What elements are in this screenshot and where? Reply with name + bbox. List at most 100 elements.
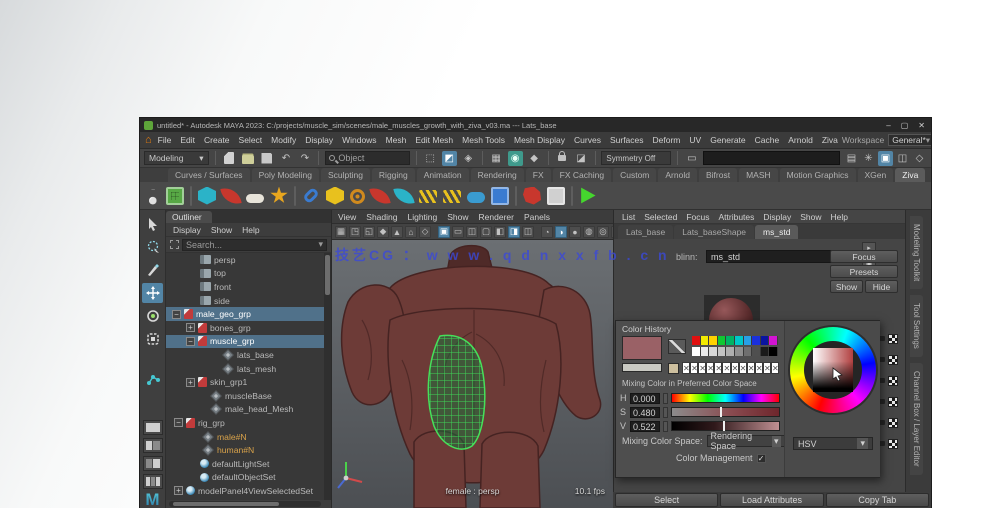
viewport-toolbar-icon[interactable]: ◱ (363, 225, 375, 238)
menu-item[interactable]: Mesh (386, 135, 407, 145)
shelf-tool-icon[interactable] (270, 186, 288, 203)
menu-item[interactable]: Select (239, 135, 263, 145)
empty-history-swatch[interactable]: ✕ (771, 362, 780, 374)
shelf-tool-icon[interactable] (491, 186, 509, 205)
viewport-menu-item[interactable]: Shading (366, 212, 397, 222)
outliner-tab[interactable]: Outliner (166, 211, 212, 223)
ae-menu-item[interactable]: Selected (644, 212, 677, 222)
sidebar-vertical-tab[interactable]: Tool Settings (910, 295, 923, 358)
filter-icon[interactable] (170, 240, 179, 249)
show-button[interactable]: Show (830, 280, 863, 293)
empty-history-swatch[interactable]: ✕ (738, 362, 747, 374)
render-view-button[interactable]: ▤ (844, 151, 859, 166)
viewport-menu-item[interactable]: View (338, 212, 356, 222)
shelf-tool-icon[interactable] (350, 188, 365, 204)
outliner-item[interactable]: human#N (166, 443, 324, 457)
save-scene-button[interactable] (259, 151, 274, 166)
empty-history-swatch[interactable]: ✕ (722, 362, 731, 374)
ae-menu-item[interactable]: List (622, 212, 635, 222)
expand-toggle[interactable]: − (172, 309, 181, 319)
minimize-button[interactable]: – (886, 121, 890, 130)
presets-button[interactable]: Presets (830, 265, 898, 278)
viewport-toolbar-icon[interactable]: ▭ (452, 225, 464, 238)
palette-swatch[interactable] (743, 336, 753, 345)
rotate-tool-icon[interactable] (142, 306, 163, 326)
shelf-tab[interactable]: XGen (857, 168, 894, 182)
viewport-toolbar-icon[interactable]: ◨ (508, 225, 520, 238)
shelf-tool-icon[interactable] (581, 187, 596, 204)
menu-item[interactable]: UV (689, 135, 701, 145)
outliner-menu-item[interactable]: Help (242, 225, 259, 235)
viewport-canvas[interactable]: female : persp 10.1 fps (332, 240, 613, 508)
empty-history-swatch[interactable]: ✕ (762, 362, 772, 374)
outliner-item[interactable]: side (166, 294, 324, 308)
highlight-selection-button[interactable]: ◪ (574, 151, 589, 166)
layout-single-pane-button[interactable] (142, 420, 163, 435)
viewport-toolbar-icon[interactable]: ▦ (335, 225, 347, 238)
shelf-tool-icon[interactable] (523, 186, 541, 205)
paint-select-tool-icon[interactable] (142, 260, 163, 280)
close-button[interactable]: ✕ (918, 121, 925, 130)
outliner-item[interactable]: + bones_grp (166, 321, 324, 335)
palette-swatch[interactable] (760, 336, 770, 345)
quick-input-field[interactable] (703, 151, 840, 165)
map-button[interactable] (888, 354, 898, 365)
menu-item[interactable]: Display (305, 135, 333, 145)
map-button[interactable] (888, 375, 898, 386)
viewport-toolbar-icon[interactable] (536, 226, 539, 238)
outliner-item[interactable]: male_head_Mesh (166, 403, 324, 417)
palette-swatch[interactable] (726, 336, 735, 345)
palette-swatch[interactable] (752, 347, 761, 356)
shelf-tab[interactable]: Poly Modeling (251, 168, 319, 182)
menu-item[interactable]: Modify (271, 135, 296, 145)
display-settings-button[interactable]: ▣ (878, 150, 893, 166)
palette-swatch[interactable] (692, 347, 701, 356)
slider-stepper[interactable] (663, 420, 668, 432)
layout-button[interactable]: ◫ (895, 151, 910, 166)
select-object-button[interactable]: ◩ (441, 150, 457, 166)
outliner-item[interactable]: lats_base (166, 348, 324, 362)
shelf-tab[interactable]: FX Caching (552, 168, 612, 182)
slider-gradient-bar[interactable] (671, 421, 780, 431)
new-scene-button[interactable] (221, 151, 236, 166)
viewport-toolbar-icon[interactable]: ◆ (377, 225, 389, 238)
palette-swatch[interactable] (743, 347, 753, 356)
sidebar-vertical-tab[interactable]: Channel Box / Layer Editor (910, 363, 923, 475)
viewport-menu-item[interactable]: Panels (524, 212, 550, 222)
palette-swatch[interactable] (734, 336, 744, 345)
outliner-item[interactable]: + skin_grp1 (166, 375, 324, 389)
empty-history-swatch[interactable]: ✕ (690, 362, 699, 374)
maximize-button[interactable]: ▢ (901, 121, 909, 130)
shelf-tab[interactable]: Motion Graphics (779, 168, 856, 182)
layout-outliner-pane-button[interactable] (142, 474, 163, 489)
slider-stepper[interactable] (663, 406, 668, 418)
shelf-tab[interactable]: Arnold (658, 168, 697, 182)
outliner-item[interactable]: defaultObjectSet (166, 471, 324, 485)
outliner-menu-item[interactable]: Show (211, 225, 232, 235)
shelf-tab[interactable]: Rendering (470, 168, 524, 182)
lock-selection-icon[interactable] (555, 151, 570, 166)
menu-item[interactable]: Edit (180, 135, 195, 145)
select-by-name-input[interactable]: Object (325, 151, 410, 165)
menu-item[interactable]: File (158, 135, 172, 145)
shelf-tool-icon[interactable] (419, 190, 437, 203)
viewport-toolbar-icon[interactable]: ▲ (391, 225, 403, 238)
map-button[interactable] (888, 438, 898, 449)
viewport-toolbar-icon[interactable]: ▢ (480, 225, 492, 238)
palette-swatch[interactable] (717, 347, 727, 356)
sidebar-vertical-tab[interactable]: Modeling Toolkit (910, 216, 923, 290)
menu-item[interactable]: Edit Mesh (415, 135, 453, 145)
outliner-item[interactable]: persp (166, 253, 324, 267)
palette-swatch[interactable] (760, 347, 770, 356)
shelf-tab[interactable]: MASH (739, 168, 778, 182)
mixing-space-dropdown[interactable]: Rendering Space ▾ (706, 431, 785, 451)
shelf-tool-icon[interactable] (326, 186, 344, 205)
expand-toggle[interactable]: − (186, 336, 195, 346)
shelf-tool-icon[interactable] (393, 184, 415, 207)
empty-history-swatch[interactable]: ✕ (698, 362, 707, 374)
shelf-tab[interactable]: Rigging (371, 168, 415, 182)
shelf-tool-icon[interactable] (369, 184, 391, 207)
viewport-toolbar-icon[interactable]: ⌂ (405, 225, 417, 238)
outliner-item[interactable]: male#N (166, 430, 324, 444)
shelf-tool-icon[interactable] (246, 193, 264, 203)
